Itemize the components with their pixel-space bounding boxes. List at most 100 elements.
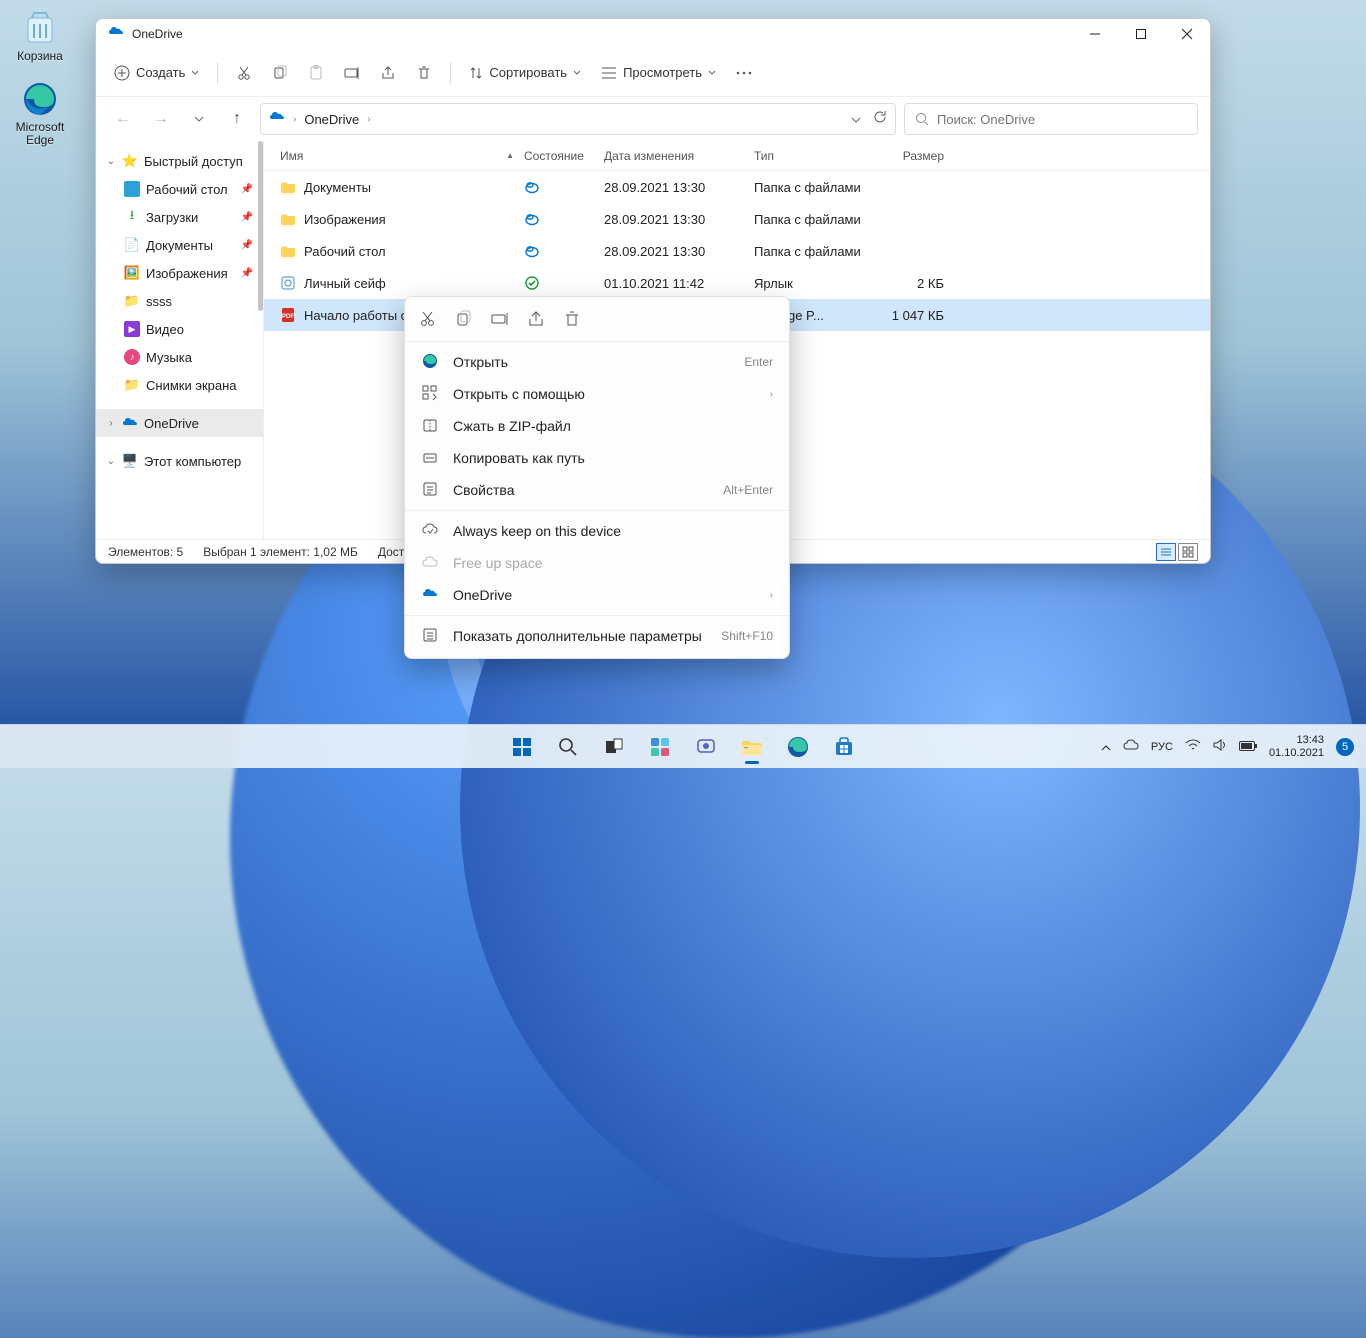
sort-button[interactable]: Сортировать (461, 56, 589, 90)
titlebar[interactable]: OneDrive (96, 19, 1210, 49)
file-type: Ярлык (754, 276, 874, 291)
rename-button[interactable] (336, 56, 368, 90)
pin-icon: 📌 (241, 268, 253, 279)
ctx-open-with[interactable]: Открыть с помощью› (405, 378, 789, 410)
share-icon[interactable] (527, 310, 545, 331)
minimize-button[interactable] (1072, 19, 1118, 49)
file-row[interactable]: Изображения 28.09.2021 13:30 Папка с фай… (264, 203, 1210, 235)
more-button[interactable] (728, 56, 760, 90)
sidebar-quick-access[interactable]: ⌄⭐Быстрый доступ (96, 147, 263, 175)
tray-chevron-icon[interactable] (1101, 740, 1111, 754)
recycle-bin[interactable]: Корзина (8, 10, 72, 63)
command-bar: Создать Сортировать Просмотреть (96, 49, 1210, 97)
system-tray[interactable]: РУС 13:4301.10.2021 5 (1101, 734, 1366, 760)
file-row[interactable]: Личный сейф 01.10.2021 11:42 Ярлык 2 КБ (264, 267, 1210, 299)
column-headers[interactable]: Имя▲ Состояние Дата изменения Тип Размер (264, 141, 1210, 171)
store-button[interactable] (825, 728, 863, 766)
copy-icon[interactable] (455, 310, 473, 331)
sidebar-item-pictures[interactable]: 🖼️Изображения📌 (96, 259, 263, 287)
file-date: 01.10.2021 11:42 (604, 276, 754, 291)
close-button[interactable] (1164, 19, 1210, 49)
explorer-button[interactable] (733, 728, 771, 766)
up-button[interactable]: ↑ (222, 104, 252, 134)
view-button[interactable]: Просмотреть (593, 56, 724, 90)
onedrive-icon (421, 586, 439, 605)
pc-icon: 🖥️ (122, 453, 138, 469)
sidebar-item-video[interactable]: ▶Видео (96, 315, 263, 343)
back-button[interactable]: ← (108, 104, 138, 134)
ctx-properties[interactable]: СвойстваAlt+Enter (405, 474, 789, 506)
clock[interactable]: 13:4301.10.2021 (1269, 734, 1324, 760)
file-type: Папка с файлами (754, 212, 874, 227)
view-details-button[interactable] (1156, 543, 1176, 561)
edge-shortcut[interactable]: Microsoft Edge (8, 81, 72, 147)
sidebar-this-pc[interactable]: ⌄🖥️Этот компьютер (96, 447, 263, 475)
forward-button[interactable]: → (146, 104, 176, 134)
new-button[interactable]: Создать (106, 56, 207, 90)
file-name: Изображения (304, 212, 386, 227)
star-icon: ⭐ (122, 153, 138, 169)
onedrive-tray-icon[interactable] (1123, 739, 1139, 754)
paste-button[interactable] (300, 56, 332, 90)
wifi-icon[interactable] (1185, 739, 1201, 754)
share-button[interactable] (372, 56, 404, 90)
chevron-down-icon[interactable] (851, 110, 861, 129)
onedrive-icon (269, 109, 285, 130)
file-name: Документы (304, 180, 371, 195)
sidebar-onedrive[interactable]: ›OneDrive (96, 409, 263, 437)
taskbar[interactable]: РУС 13:4301.10.2021 5 (0, 724, 1366, 768)
folder-icon: 📁 (124, 377, 140, 393)
refresh-button[interactable] (873, 110, 887, 129)
ctx-show-more[interactable]: Показать дополнительные параметрыShift+F… (405, 620, 789, 652)
file-size: 1 047 КБ (874, 308, 944, 323)
ctx-keep-device[interactable]: Always keep on this device (405, 515, 789, 547)
delete-button[interactable] (408, 56, 440, 90)
notification-badge[interactable]: 5 (1336, 738, 1354, 756)
volume-icon[interactable] (1213, 739, 1227, 754)
sidebar-item-screenshots[interactable]: 📁Снимки экрана (96, 371, 263, 399)
delete-icon[interactable] (563, 310, 581, 331)
sidebar-item-music[interactable]: ♪Музыка (96, 343, 263, 371)
start-button[interactable] (503, 728, 541, 766)
rename-icon[interactable] (491, 310, 509, 331)
ctx-onedrive[interactable]: OneDrive› (405, 579, 789, 611)
file-date: 28.09.2021 13:30 (604, 244, 754, 259)
sidebar-item-downloads[interactable]: ⭳Загрузки📌 (96, 203, 263, 231)
view-icons-button[interactable] (1178, 543, 1198, 561)
cloud-icon (421, 555, 439, 571)
maximize-button[interactable] (1118, 19, 1164, 49)
cut-button[interactable] (228, 56, 260, 90)
ctx-open[interactable]: ОткрытьEnter (405, 346, 789, 378)
cut-icon[interactable] (419, 310, 437, 331)
ctx-zip[interactable]: Сжать в ZIP-файл (405, 410, 789, 442)
search-input[interactable] (937, 112, 1187, 127)
sync-state-icon (524, 243, 604, 259)
nav-pane[interactable]: ⌄⭐Быстрый доступ Рабочий стол📌 ⭳Загрузки… (96, 141, 264, 539)
ctx-copy-path[interactable]: Копировать как путь (405, 442, 789, 474)
music-icon: ♪ (124, 349, 140, 365)
language-indicator[interactable]: РУС (1151, 741, 1173, 753)
pin-icon: 📌 (241, 184, 253, 195)
sync-state-icon (524, 275, 604, 291)
task-view-button[interactable] (595, 728, 633, 766)
sync-state-icon (524, 211, 604, 227)
view-label: Просмотреть (623, 65, 702, 80)
breadcrumb[interactable]: OneDrive (304, 112, 359, 127)
sidebar-item-folder[interactable]: 📁ssss (96, 287, 263, 315)
battery-icon[interactable] (1239, 740, 1257, 754)
sidebar-item-desktop[interactable]: Рабочий стол📌 (96, 175, 263, 203)
search-button[interactable] (549, 728, 587, 766)
sidebar-item-documents[interactable]: 📄Документы📌 (96, 231, 263, 259)
chat-button[interactable] (687, 728, 725, 766)
copy-button[interactable] (264, 56, 296, 90)
address-bar[interactable]: › OneDrive › (260, 103, 896, 135)
picture-icon: 🖼️ (124, 265, 140, 281)
widgets-button[interactable] (641, 728, 679, 766)
recent-button[interactable] (184, 104, 214, 134)
nav-row: ← → ↑ › OneDrive › (96, 97, 1210, 141)
file-row[interactable]: Рабочий стол 28.09.2021 13:30 Папка с фа… (264, 235, 1210, 267)
file-row[interactable]: Документы 28.09.2021 13:30 Папка с файла… (264, 171, 1210, 203)
search-box[interactable] (904, 103, 1198, 135)
edge-button[interactable] (779, 728, 817, 766)
edge-label2: Edge (8, 134, 72, 147)
